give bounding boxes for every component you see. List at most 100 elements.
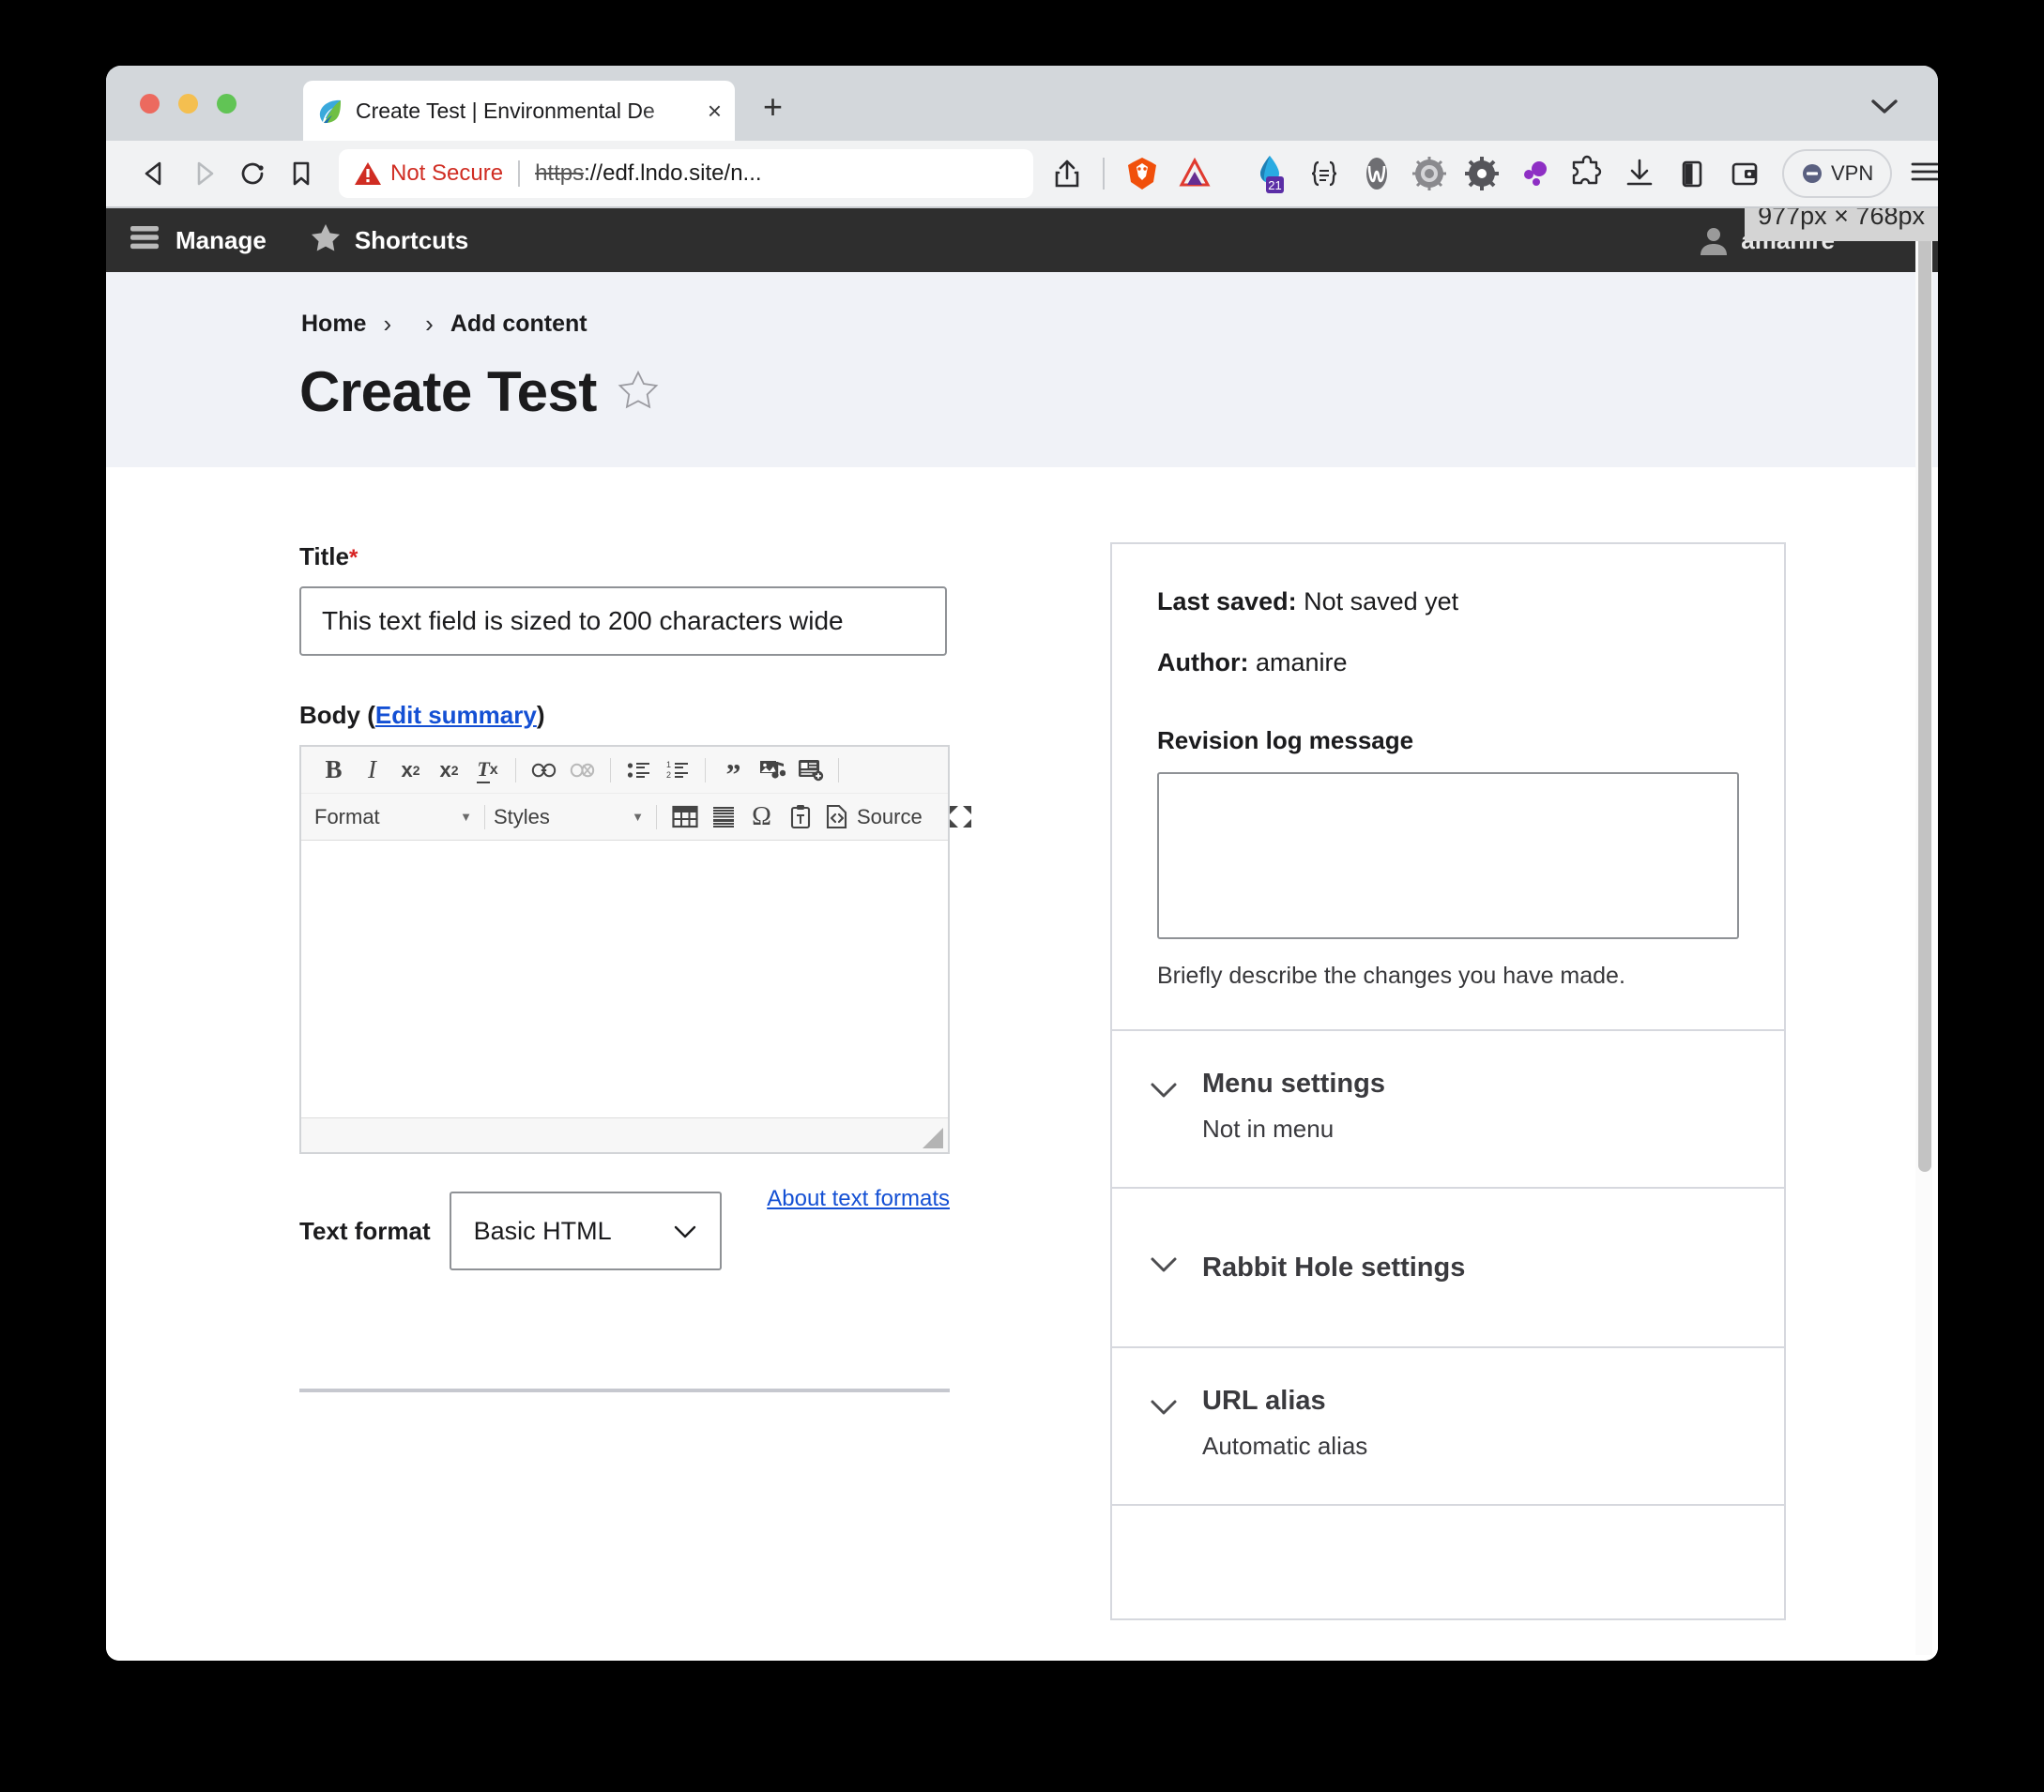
- purple-dots-icon[interactable]: [1508, 149, 1561, 198]
- title-field-label: Title*: [299, 542, 1063, 571]
- reload-icon[interactable]: [228, 149, 277, 198]
- gear-dark-icon[interactable]: [1456, 149, 1508, 198]
- insert-node-button[interactable]: [791, 752, 830, 788]
- browser-nav-bar: Not Secure https://edf.lndo.site/n... 21…: [106, 141, 1938, 208]
- last-saved-line: Last saved: Not saved yet: [1157, 587, 1739, 616]
- brave-rewards-triangle-icon[interactable]: [1168, 149, 1221, 198]
- numbered-list-button[interactable]: 1 2: [658, 752, 696, 788]
- table-button[interactable]: [665, 799, 704, 835]
- body-editable-area[interactable]: [301, 840, 948, 1117]
- body-field-label: Body (Edit summary): [299, 701, 1063, 730]
- toolbar-divider: [705, 757, 706, 782]
- subscript-button[interactable]: x2: [430, 752, 468, 788]
- gear-light-icon[interactable]: [1403, 149, 1456, 198]
- url-bar[interactable]: Not Secure https://edf.lndo.site/n...: [339, 149, 1033, 198]
- toolbar-item-manage[interactable]: Manage: [129, 222, 267, 259]
- accordion-url-alias[interactable]: URL alias Automatic alias: [1112, 1348, 1784, 1506]
- author-value: amanire: [1255, 648, 1348, 676]
- minimize-window-button[interactable]: [178, 94, 198, 114]
- back-arrow-icon[interactable]: [130, 149, 179, 198]
- accordion-summary: Not in menu: [1202, 1115, 1335, 1143]
- accordion-body: Rabbit Hole settings: [1202, 1253, 1465, 1283]
- window-traffic-lights: [140, 94, 236, 114]
- text-format-select[interactable]: Basic HTML: [449, 1192, 722, 1270]
- remove-format-button[interactable]: Tx: [468, 752, 507, 788]
- chevron-down-icon[interactable]: [1869, 96, 1900, 121]
- accordion-title: URL alias: [1202, 1386, 1326, 1416]
- node-meta-section: Last saved: Not saved yet Author: amanir…: [1112, 544, 1784, 1031]
- star-outline-icon[interactable]: [618, 369, 659, 415]
- maximize-button[interactable]: [941, 799, 980, 835]
- special-character-button[interactable]: Ω: [742, 799, 781, 835]
- toolbar-divider: [610, 757, 611, 782]
- new-tab-button[interactable]: +: [763, 90, 783, 124]
- accordion-rabbit-hole-settings[interactable]: Rabbit Hole settings: [1112, 1189, 1784, 1348]
- maximize-window-button[interactable]: [217, 94, 236, 114]
- svg-text:1: 1: [666, 760, 671, 769]
- format-dropdown[interactable]: Format ▼: [314, 800, 476, 834]
- revision-log-help: Briefly describe the changes you have ma…: [1157, 963, 1625, 989]
- revision-log-textarea[interactable]: [1157, 772, 1739, 939]
- horizontal-rule-button[interactable]: [704, 799, 742, 835]
- revision-log-label: Revision log message: [1157, 726, 1414, 754]
- breadcrumb-item-home[interactable]: Home: [301, 311, 366, 338]
- accordion-summary: Automatic alias: [1202, 1432, 1368, 1460]
- browser-tab[interactable]: Create Test | Environmental De ×: [303, 81, 735, 141]
- browser-menu-icon[interactable]: [1907, 157, 1938, 191]
- sidebar-panel-icon[interactable]: [1666, 149, 1718, 198]
- blockquote-button[interactable]: ”: [714, 748, 753, 793]
- forward-arrow-icon[interactable]: [179, 149, 228, 198]
- brave-lion-icon[interactable]: [1116, 149, 1168, 198]
- italic-button[interactable]: I: [353, 752, 391, 788]
- source-button[interactable]: Source: [819, 804, 928, 829]
- wallet-icon[interactable]: [1718, 149, 1771, 198]
- ckeditor-toolbar-row-2: Format ▼ Styles ▼ Ω Source: [301, 793, 971, 840]
- drupal-admin-toolbar: Manage Shortcuts amanire: [106, 208, 1938, 272]
- tab-strip: Create Test | Environmental De × +: [106, 66, 1938, 141]
- share-icon[interactable]: [1043, 149, 1091, 198]
- toolbar-divider: [484, 804, 485, 829]
- unlink-button: [563, 752, 602, 788]
- not-secure-warning[interactable]: Not Secure: [354, 160, 503, 187]
- ckeditor-toolbar-row-1: B I x2 x2 Tx 1 2 ”: [301, 747, 948, 793]
- toolbar-item-shortcuts[interactable]: Shortcuts: [310, 222, 468, 259]
- text-format-value: Basic HTML: [473, 1216, 612, 1245]
- download-icon[interactable]: [1613, 149, 1666, 198]
- vpn-status-icon: [1803, 164, 1822, 183]
- breadcrumb-separator: ›: [383, 310, 392, 338]
- link-button[interactable]: [525, 752, 563, 788]
- toolbar-divider: [515, 757, 516, 782]
- breadcrumb-separator: ›: [425, 310, 434, 338]
- bold-button[interactable]: B: [314, 752, 353, 788]
- close-tab-button[interactable]: ×: [708, 99, 722, 123]
- page-scrollbar-thumb[interactable]: [1918, 220, 1931, 1172]
- bulleted-list-button[interactable]: [619, 752, 658, 788]
- not-secure-label: Not Secure: [390, 160, 504, 186]
- code-braces-icon[interactable]: [1298, 149, 1350, 198]
- edit-summary-link[interactable]: Edit summary: [375, 701, 537, 729]
- page-scrollbar[interactable]: [1915, 214, 1932, 1655]
- paste-as-text-button[interactable]: [781, 799, 819, 835]
- about-text-formats-link[interactable]: About text formats: [767, 1186, 950, 1212]
- editor-resize-handle[interactable]: [923, 1128, 943, 1148]
- media-button[interactable]: [753, 752, 791, 788]
- grammar-drop-icon[interactable]: 21: [1245, 149, 1298, 198]
- title-input[interactable]: [299, 586, 947, 656]
- puzzle-extension-icon[interactable]: [1561, 149, 1613, 198]
- wave-w-icon[interactable]: [1350, 149, 1403, 198]
- text-format-label: Text format: [299, 1216, 431, 1245]
- breadcrumb-item-add-content[interactable]: Add content: [450, 311, 587, 338]
- accordion-menu-settings[interactable]: Menu settings Not in menu: [1112, 1031, 1784, 1189]
- vpn-toggle-button[interactable]: VPN: [1782, 149, 1893, 198]
- toolbar-divider: [838, 757, 839, 782]
- superscript-button[interactable]: x2: [391, 752, 430, 788]
- form-divider: [299, 1389, 950, 1392]
- url-rest: ://edf.lndo.site/n...: [584, 160, 762, 186]
- sidebar-column: Last saved: Not saved yet Author: amanir…: [1110, 467, 1786, 1620]
- chevron-down-icon: ▼: [632, 810, 644, 824]
- close-window-button[interactable]: [140, 94, 160, 114]
- url-divider: [518, 160, 521, 187]
- chevron-down-icon: [1150, 1256, 1178, 1279]
- bookmark-icon[interactable]: [277, 149, 326, 198]
- styles-dropdown[interactable]: Styles ▼: [494, 800, 648, 834]
